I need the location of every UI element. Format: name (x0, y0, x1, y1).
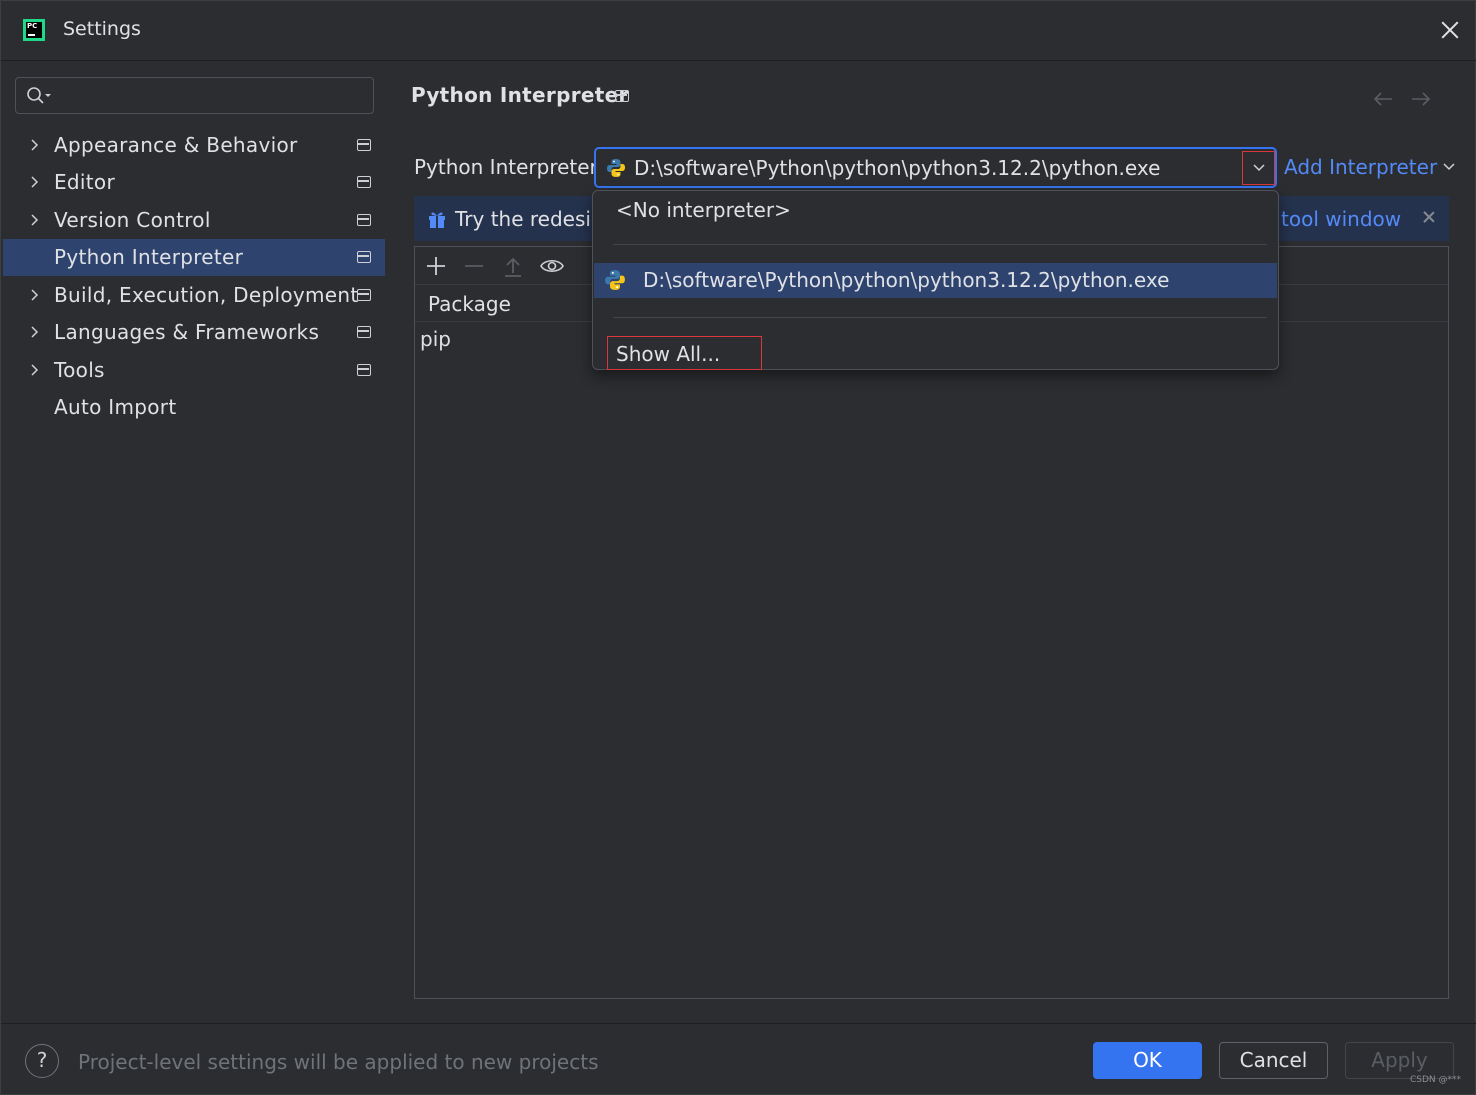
sidebar-item-label: Languages & Frameworks (54, 320, 320, 344)
watermark: CSDN @*** (1410, 1075, 1462, 1085)
back-arrow-icon[interactable] (1371, 89, 1395, 109)
cancel-button[interactable]: Cancel (1219, 1042, 1328, 1079)
project-level-icon (357, 176, 371, 188)
project-level-icon (357, 326, 371, 338)
banner-text: Try the redesig (455, 207, 604, 231)
sidebar-item-tools[interactable]: Tools (3, 352, 385, 389)
sidebar-item-languages-frameworks[interactable]: Languages & Frameworks (3, 314, 385, 351)
banner-tool-window-link[interactable]: tool window (1281, 207, 1401, 231)
window-title: Settings (63, 18, 141, 40)
chevron-right-icon (31, 289, 39, 301)
python-icon (605, 270, 625, 290)
interpreter-label: Python Interpreter: (414, 155, 605, 179)
interpreter-value: D:\software\Python\python\python3.12.2\p… (634, 156, 1161, 180)
sidebar-item-python-interpreter[interactable]: Python Interpreter (3, 239, 385, 276)
ok-button[interactable]: OK (1093, 1042, 1202, 1079)
sidebar-item-label: Build, Execution, Deployment (54, 283, 359, 307)
apply-button[interactable]: Apply (1345, 1042, 1454, 1079)
page-title: Python Interpreter (411, 83, 629, 107)
divider (613, 244, 1267, 245)
chevron-right-icon (31, 139, 39, 151)
sidebar-item-label: Python Interpreter (54, 245, 244, 269)
project-level-icon (357, 364, 371, 376)
help-button[interactable]: ? (25, 1044, 59, 1078)
project-level-icon (615, 90, 629, 102)
sidebar-item-label: Editor (54, 170, 115, 194)
add-interpreter-label: Add Interpreter (1284, 155, 1438, 179)
sidebar-item-label: Auto Import (54, 395, 177, 419)
close-icon[interactable] (1437, 17, 1463, 43)
chevron-right-icon (31, 364, 39, 376)
column-header-package[interactable]: Package (428, 292, 511, 316)
logo-text: PC (27, 22, 38, 30)
project-level-icon (357, 139, 371, 151)
sidebar-item-label: Appearance & Behavior (54, 133, 298, 157)
sidebar-item-editor[interactable]: Editor (3, 164, 385, 201)
forward-arrow-icon[interactable] (1409, 89, 1433, 109)
close-icon[interactable] (1419, 208, 1439, 228)
settings-dialog: PC Settings Appearance & Behavior Editor… (0, 0, 1476, 1095)
interpreter-option-label: D:\software\Python\python\python3.12.2\p… (643, 268, 1170, 292)
footer-note: Project-level settings will be applied t… (78, 1050, 599, 1074)
sidebar-item-appearance-behavior[interactable]: Appearance & Behavior (3, 127, 385, 164)
sidebar-item-label: Tools (54, 358, 105, 382)
settings-search-input[interactable] (15, 77, 374, 114)
python-icon (607, 159, 625, 177)
chevron-right-icon (31, 326, 39, 338)
chevron-right-icon (31, 176, 39, 188)
chevron-down-icon (1443, 163, 1455, 171)
table-row[interactable]: pip (420, 327, 451, 351)
chevron-down-icon (1253, 164, 1265, 172)
show-all-label: Show All... (616, 342, 721, 366)
project-level-icon (357, 289, 371, 301)
interpreter-dropdown-popup: <No interpreter> D:\software\Python\pyth… (592, 190, 1279, 370)
interpreter-dropdown-button[interactable] (1242, 151, 1275, 185)
project-level-icon (357, 214, 371, 226)
sidebar-item-version-control[interactable]: Version Control (3, 202, 385, 239)
plus-icon[interactable] (423, 253, 449, 279)
sidebar-item-auto-import[interactable]: Auto Import (3, 389, 385, 426)
add-interpreter-link[interactable]: Add Interpreter (1284, 155, 1455, 179)
pycharm-logo-icon: PC (23, 19, 45, 41)
upload-icon[interactable] (500, 253, 526, 279)
interpreter-option-selected[interactable]: D:\software\Python\python\python3.12.2\p… (594, 263, 1277, 298)
divider (613, 317, 1267, 318)
chevron-right-icon (31, 214, 39, 226)
show-all-option[interactable]: Show All... (607, 336, 762, 370)
title-bar: PC Settings (1, 1, 1476, 61)
sidebar-item-label: Version Control (54, 208, 211, 232)
gift-icon (429, 212, 445, 228)
eye-icon[interactable] (539, 253, 565, 279)
no-interpreter-option[interactable]: <No interpreter> (616, 198, 791, 222)
search-icon (27, 87, 51, 104)
interpreter-select[interactable]: D:\software\Python\python\python3.12.2\p… (594, 147, 1277, 188)
sidebar-item-build-execution-deployment[interactable]: Build, Execution, Deployment (3, 277, 385, 314)
project-level-icon (357, 251, 371, 263)
dialog-footer: ? Project-level settings will be applied… (1, 1023, 1476, 1095)
minus-icon[interactable] (461, 253, 487, 279)
